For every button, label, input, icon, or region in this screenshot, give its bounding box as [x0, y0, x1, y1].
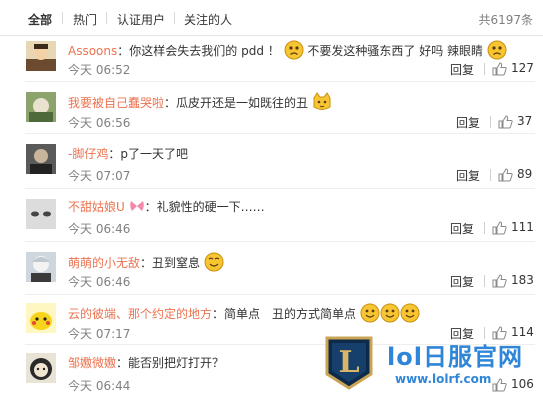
comment-text-continued: 不要发这种骚东西了 好吗 辣眼睛 [307, 44, 484, 58]
thumbs-up-icon [498, 168, 513, 182]
sad-face-emoji-icon [487, 40, 507, 60]
avatar[interactable] [26, 252, 56, 282]
comment-total-count: 共6197条 [478, 13, 533, 27]
tab-following[interactable]: 关注的人 [184, 11, 232, 28]
tab-all[interactable]: 全部 [28, 11, 52, 28]
comment-text: ：简单点 丑的方式简单点 [212, 307, 357, 321]
like-count: 183 [511, 273, 534, 287]
watermark-title: lol日服官网 [387, 343, 523, 371]
comment-username[interactable]: 不甜姑娘U [68, 200, 125, 214]
reply-button[interactable]: 回复 [450, 220, 474, 237]
butterfly-badge-icon [129, 201, 144, 211]
comment-text: ：礼貌性的硬一下…… [144, 200, 265, 214]
like-count: 127 [511, 61, 534, 75]
comment-line: 萌萌的小无敌：丑到窒息 [68, 252, 224, 272]
cat-face-emoji-icon [313, 92, 331, 110]
tab-hot[interactable]: 热门 [73, 11, 97, 28]
comment-line: 我要被自己蠢哭啦：瓜皮开还是一如既往的丑 [68, 92, 332, 112]
like-count: 37 [517, 114, 533, 128]
tab-divider [106, 12, 107, 24]
comment-line: Assoons：你这样会失去我们的 pdd ！ 不要发这种骚东西了 好吗 辣眼睛 [68, 40, 507, 60]
like-button[interactable]: 127 [492, 61, 537, 77]
like-count: 111 [511, 220, 534, 234]
smiling-face-emoji-icon [360, 303, 380, 323]
action-divider [490, 169, 491, 181]
comment-timestamp: 今天 06:52 [68, 63, 131, 77]
comment-item: Assoons：你这样会失去我们的 pdd ！ 不要发这种骚东西了 好吗 辣眼睛… [0, 36, 543, 82]
reply-button[interactable]: 回复 [450, 273, 474, 290]
avatar[interactable] [26, 144, 56, 174]
comment-line: 邹嫐微嫐：能否别把灯打开？ [68, 355, 224, 371]
watermark-url: www.lolrf.com [395, 372, 492, 386]
avatar[interactable] [26, 92, 56, 122]
avatar[interactable] [26, 303, 56, 333]
comment-username[interactable]: -脚仔鸡 [68, 147, 108, 161]
comment-item: 萌萌的小无敌：丑到窒息 今天 06:46 回复 183 [0, 242, 543, 295]
tab-divider [62, 12, 63, 24]
smiling-face-emoji-icon [400, 303, 420, 323]
action-divider [484, 222, 485, 234]
comment-item: 不甜姑娘U ：礼貌性的硬一下…… 今天 06:46 回复 111 [0, 189, 543, 242]
comment-username[interactable]: 邹嫐微嫐 [68, 356, 116, 370]
like-count: 89 [517, 167, 533, 181]
action-divider [490, 116, 491, 128]
avatar[interactable] [26, 353, 56, 383]
reply-button[interactable]: 回复 [456, 167, 480, 184]
like-button[interactable]: 106 [492, 377, 538, 393]
like-count: 106 [511, 377, 534, 391]
comment-username[interactable]: Assoons [68, 44, 117, 58]
comment-username[interactable]: 萌萌的小无敌 [68, 256, 140, 270]
smiling-face-emoji-icon [204, 252, 224, 272]
thumbs-up-icon [492, 274, 507, 288]
tab-divider [174, 12, 175, 24]
comment-item: 我要被自己蠢哭啦：瓜皮开还是一如既往的丑 今天 06:56 回复 37 [0, 82, 543, 134]
comment-line: 不甜姑娘U ：礼貌性的硬一下…… [68, 199, 265, 215]
comment-text: ：p了一天了吧 [108, 147, 188, 161]
comment-line: -脚仔鸡：p了一天了吧 [68, 146, 188, 162]
logo-letter: L [338, 345, 359, 380]
like-button[interactable]: 89 [498, 167, 538, 183]
thumbs-up-icon [492, 378, 507, 392]
avatar[interactable] [26, 199, 56, 229]
smiling-face-emoji-icon [380, 303, 400, 323]
comment-text: ：瓜皮开还是一如既往的丑 [164, 96, 309, 110]
like-button[interactable]: 183 [492, 273, 538, 289]
action-divider [484, 63, 485, 75]
reply-button[interactable]: 回复 [456, 114, 480, 131]
comment-text: ：能否别把灯打开？ [116, 356, 225, 370]
comment-timestamp: 今天 06:46 [68, 275, 131, 289]
reply-button[interactable]: 回复 [450, 61, 474, 78]
comment-username[interactable]: 我要被自己蠢哭啦 [68, 96, 164, 110]
comment-filter-tabs: 全部 热门 认证用户 关注的人 共6197条 [0, 0, 543, 36]
comment-timestamp: 今天 07:07 [68, 169, 131, 183]
avatar[interactable] [26, 41, 56, 71]
thumbs-up-icon [492, 221, 507, 235]
tab-verified-users[interactable]: 认证用户 [117, 11, 165, 28]
comment-item: -脚仔鸡：p了一天了吧 今天 07:07 回复 89 [0, 134, 543, 189]
action-divider [484, 275, 485, 287]
comment-timestamp: 今天 06:44 [68, 379, 131, 393]
comment-line: 云的彼端、那个约定的地方：简单点 丑的方式简单点 [68, 303, 420, 323]
like-button[interactable]: 37 [498, 114, 538, 130]
league-of-legends-logo-icon: L [325, 336, 373, 390]
like-button[interactable]: 111 [492, 220, 538, 236]
comment-timestamp: 今天 06:46 [68, 222, 131, 236]
thumbs-up-icon [498, 115, 513, 129]
sad-face-emoji-icon [284, 40, 304, 60]
comment-text: ：丑到窒息 [140, 256, 201, 270]
comment-username[interactable]: 云的彼端、那个约定的地方 [68, 307, 212, 321]
comment-timestamp: 今天 06:56 [68, 116, 131, 130]
comment-timestamp: 今天 07:17 [68, 327, 131, 341]
comment-text: ：你这样会失去我们的 pdd ！ [117, 44, 280, 58]
thumbs-up-icon [492, 62, 507, 76]
